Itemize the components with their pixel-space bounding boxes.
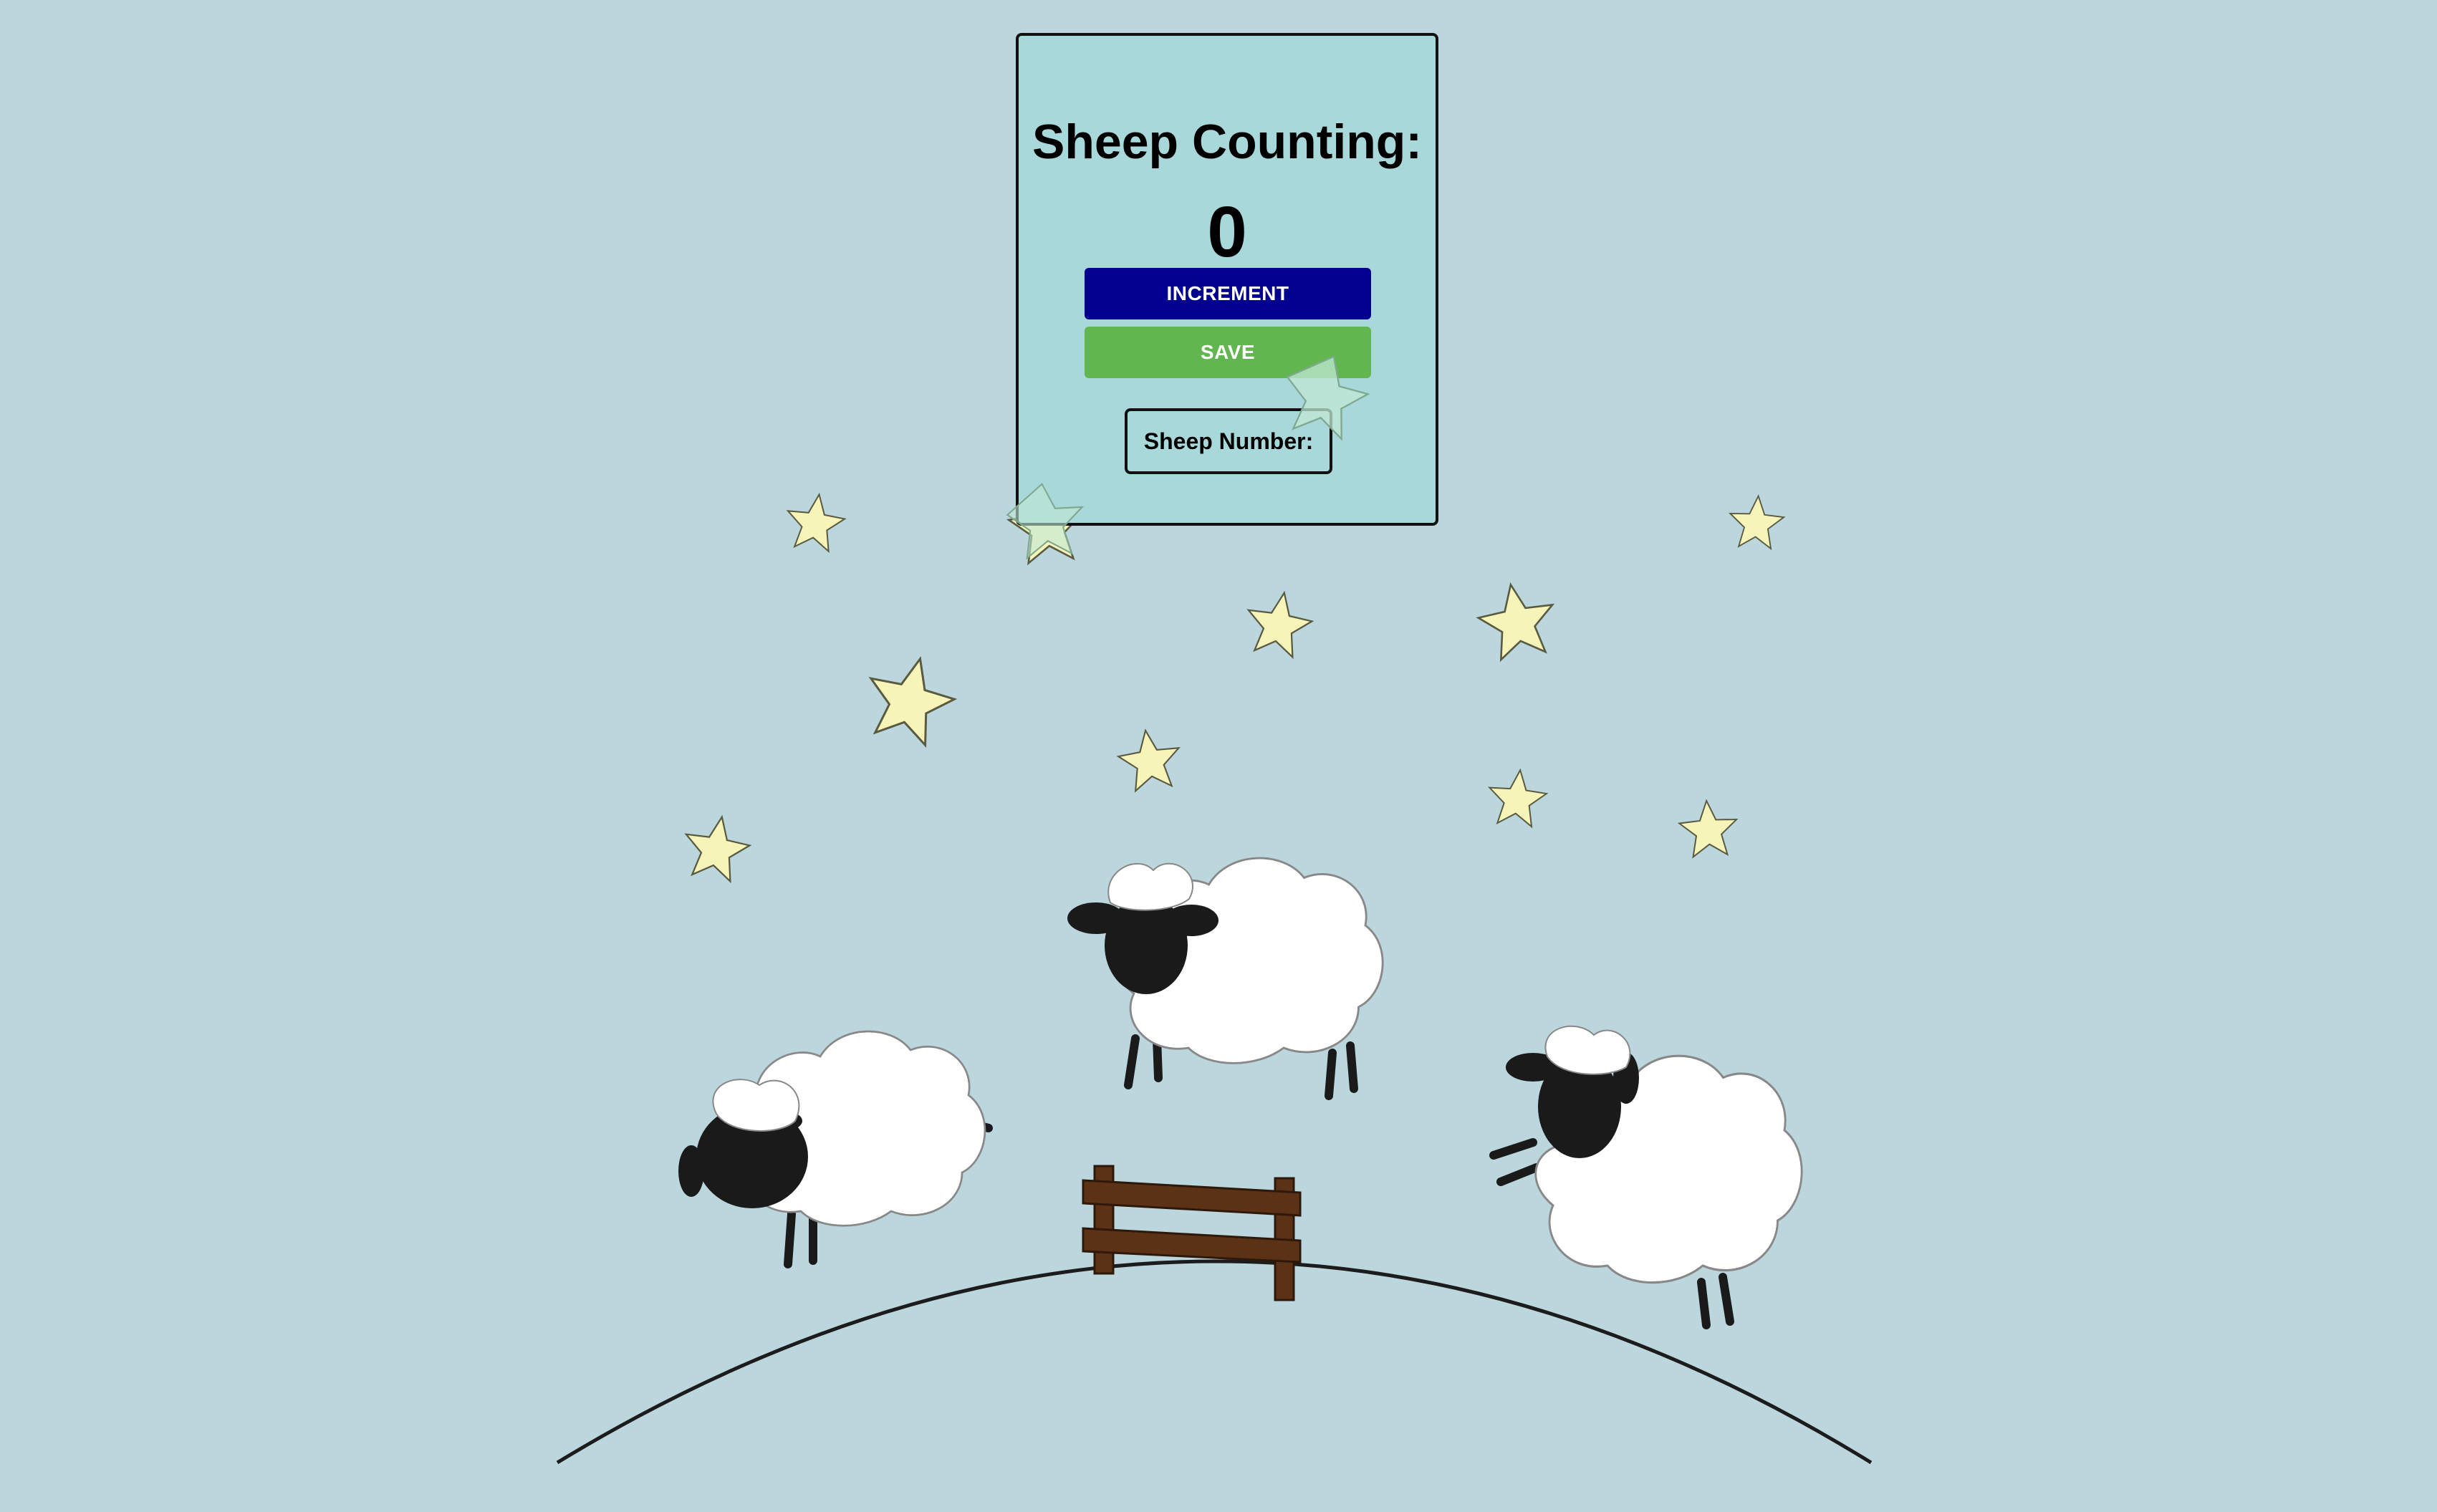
sheep-number-display: Sheep Number: (1125, 408, 1332, 474)
page-title: Sheep Counting: (1032, 115, 1422, 169)
star-icon (1485, 766, 1549, 829)
star-icon (678, 810, 755, 885)
counter-panel: Sheep Counting: 0 INCREMENT SAVE Sheep N… (1016, 33, 1438, 526)
fence-icon (1082, 1165, 1302, 1301)
sheep-icon (1489, 1025, 1803, 1329)
star-icon (1114, 725, 1185, 794)
hill-line (556, 1259, 1873, 1465)
sheep-icon (1067, 857, 1384, 1100)
star-icon (1677, 798, 1740, 859)
star-icon (1727, 493, 1786, 550)
star-icon (857, 647, 963, 751)
sheep-count-value: 0 (1207, 192, 1247, 272)
increment-button[interactable]: INCREMENT (1085, 268, 1371, 319)
sheep-icon (678, 1030, 993, 1268)
star-icon (782, 489, 849, 554)
save-button[interactable]: SAVE (1085, 327, 1371, 378)
star-icon (1241, 586, 1317, 660)
star-icon (1472, 577, 1562, 663)
